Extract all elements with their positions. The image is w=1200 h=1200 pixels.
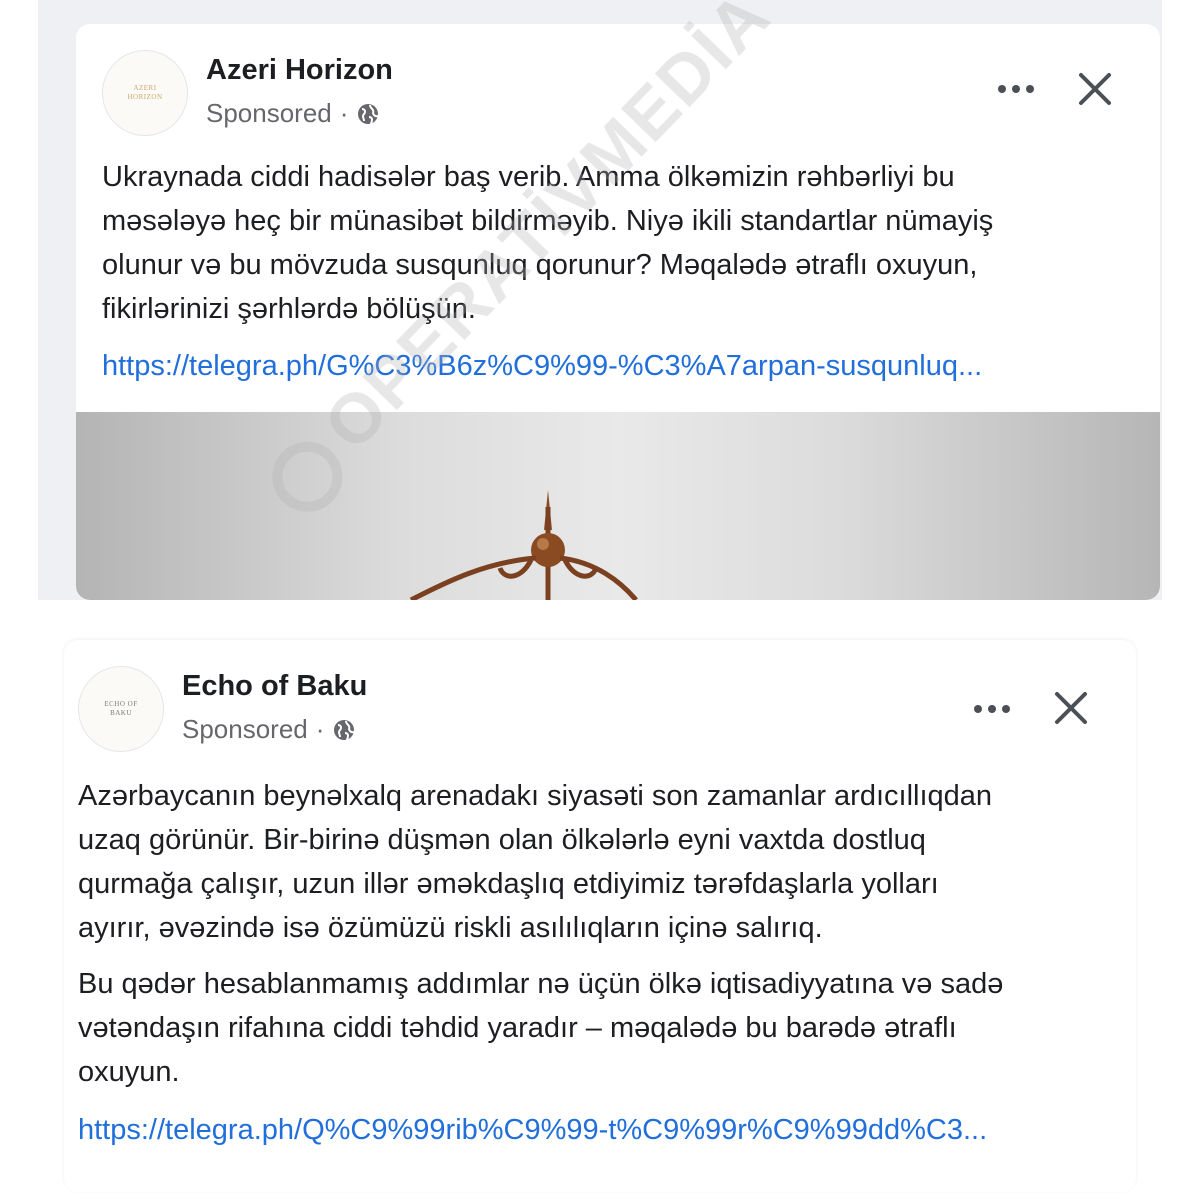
text-line: oxuyun. xyxy=(78,1056,180,1088)
page-name-link[interactable]: Azeri Horizon xyxy=(206,54,393,87)
globe-icon[interactable] xyxy=(332,718,356,742)
page-avatar[interactable]: AZERI HORIZON xyxy=(102,50,188,136)
text-line: məsələyə heç bir münasibət bildirməyib. … xyxy=(102,205,994,237)
avatar-logo-text: AZERI HORIZON xyxy=(127,84,163,101)
text-line: Azərbaycanın beynəlxalq arenadakı siyasə… xyxy=(78,780,993,812)
text-line: uzaq görünür. Bir-birinə düşmən olan ölk… xyxy=(78,824,926,856)
sponsored-post-card: ECHO OF BAKU Echo of Baku Sponsored · Az… xyxy=(64,640,1136,1192)
post-image[interactable] xyxy=(76,412,1160,600)
more-horizontal-icon xyxy=(974,705,1010,713)
more-options-button[interactable] xyxy=(994,74,1038,104)
text-line: Bu qədər hesablanmamış addımlar nə üçün … xyxy=(78,968,1004,1000)
post-meta: Sponsored · xyxy=(206,98,380,129)
meta-separator: · xyxy=(315,714,325,744)
post-body-text: Ukraynada ciddi hadisələr baş verib. Amm… xyxy=(102,155,993,331)
page-name-link[interactable]: Echo of Baku xyxy=(182,670,367,703)
post-meta: Sponsored · xyxy=(182,714,356,745)
text-line: fikirlərinizi şərhlərdə bölüşün. xyxy=(102,293,476,325)
page-avatar[interactable]: ECHO OF BAKU xyxy=(78,666,164,752)
text-line: Ukraynada ciddi hadisələr baş verib. Amm… xyxy=(102,161,955,193)
article-link[interactable]: https://telegra.ph/Q%C9%99rib%C9%99-t%C9… xyxy=(78,1114,987,1147)
sponsored-post-card: AZERI HORIZON Azeri Horizon Sponsored · … xyxy=(76,24,1160,600)
sponsored-label[interactable]: Sponsored xyxy=(182,714,308,745)
avatar-logo-text: ECHO OF BAKU xyxy=(104,700,138,717)
article-link[interactable]: https://telegra.ph/G%C3%B6z%C9%99-%C3%A7… xyxy=(102,350,982,383)
hide-post-button[interactable] xyxy=(1049,686,1093,730)
sponsored-label[interactable]: Sponsored xyxy=(206,98,332,129)
post-body-paragraph: Azərbaycanın beynəlxalq arenadakı siyasə… xyxy=(78,774,992,950)
close-icon xyxy=(1055,692,1087,724)
ornament-finial-image xyxy=(409,490,638,600)
text-line: ayırır, əvəzində isə özümüzü riskli asıl… xyxy=(78,912,823,944)
hide-post-button[interactable] xyxy=(1073,67,1117,111)
text-line: olunur və bu mövzuda susqunluq qorunur? … xyxy=(102,249,978,281)
more-options-button[interactable] xyxy=(970,694,1014,724)
close-icon xyxy=(1079,73,1111,105)
globe-icon[interactable] xyxy=(356,102,380,126)
text-line: qurmağa çalışır, uzun illər əməkdaşlıq e… xyxy=(78,868,939,900)
post-body-paragraph: Bu qədər hesablanmamış addımlar nə üçün … xyxy=(78,962,1003,1094)
text-line: vətəndaşın rifahına ciddi təhdid yaradır… xyxy=(78,1012,957,1044)
meta-separator: · xyxy=(339,98,349,128)
more-horizontal-icon xyxy=(998,85,1034,93)
